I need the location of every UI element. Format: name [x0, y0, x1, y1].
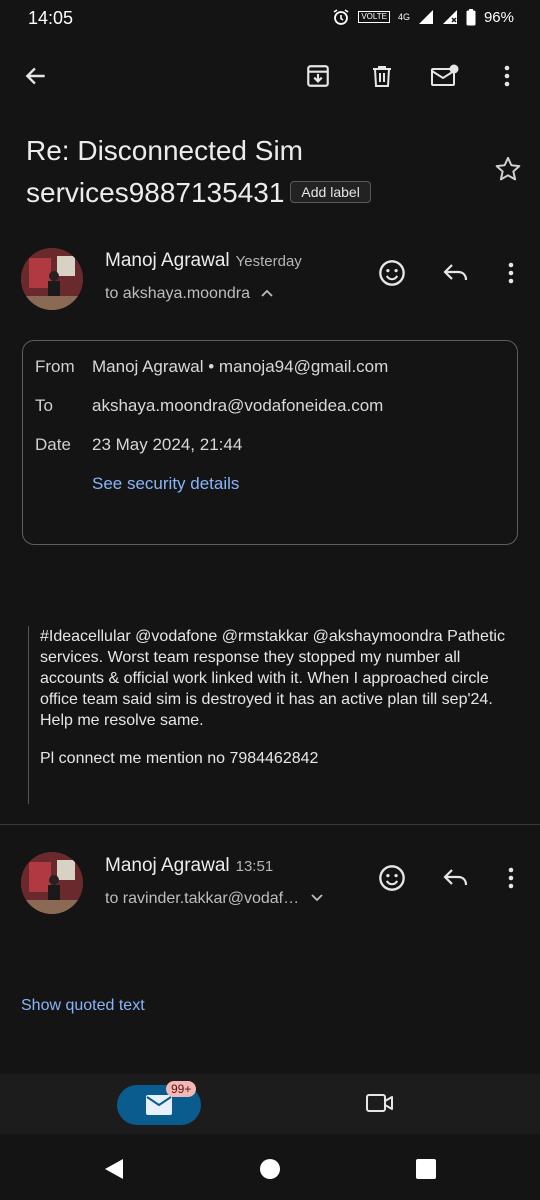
message-more-icon[interactable]: [491, 858, 531, 898]
from-value: Manoj Agrawal • manoja94@gmail.com: [92, 357, 389, 376]
date-row: Date 23 May 2024, 21:44: [35, 435, 242, 455]
back-icon[interactable]: [16, 56, 56, 96]
message-1-header: Manoj Agrawal Yesterday: [105, 250, 302, 272]
to-value: akshaya.moondra@vodafoneidea.com: [92, 396, 384, 415]
video-camera-icon: [366, 1094, 393, 1112]
from-row: From Manoj Agrawal • manoja94@gmail.com: [35, 357, 388, 377]
recents-nav-icon[interactable]: [416, 1159, 436, 1184]
emoji-react-icon[interactable]: [372, 858, 412, 898]
message-divider: [0, 824, 540, 825]
back-nav-icon[interactable]: [103, 1158, 125, 1185]
message-2-header: Manoj Agrawal 13:51: [105, 855, 273, 877]
avatar[interactable]: [21, 248, 83, 310]
sender-name: Manoj Agrawal: [105, 855, 230, 876]
reply-icon[interactable]: [436, 858, 476, 898]
mark-unread-icon[interactable]: [425, 56, 465, 96]
mail-icon: [146, 1095, 172, 1115]
sender-name: Manoj Agrawal: [105, 250, 230, 271]
recipient-toggle[interactable]: to ravinder.takkar@vodaf…: [105, 890, 324, 908]
signal-icon: [418, 10, 433, 24]
body-paragraph: #Ideacellular @vodafone @rmstakkar @aksh…: [40, 628, 505, 729]
battery-icon: [466, 8, 476, 25]
message-more-icon[interactable]: [491, 253, 531, 293]
show-quoted-text-link[interactable]: Show quoted text: [21, 997, 145, 1015]
message-time: 13:51: [235, 858, 274, 875]
archive-icon[interactable]: [298, 56, 338, 96]
emoji-react-icon[interactable]: [372, 253, 412, 293]
meet-tab[interactable]: [365, 1092, 395, 1119]
message-body: #Ideacellular @vodafone @rmstakkar @aksh…: [28, 626, 520, 804]
recipient-text: to akshaya.moondra: [105, 285, 250, 302]
chevron-up-icon: [261, 289, 274, 297]
bottom-navigation: [0, 1074, 540, 1134]
network-type: 4G: [397, 11, 410, 22]
home-nav-icon[interactable]: [259, 1158, 281, 1185]
from-label: From: [35, 357, 75, 376]
message-time: Yesterday: [235, 253, 302, 270]
status-icons: VOLTE 4G 96%: [332, 8, 514, 26]
alarm-icon: [333, 9, 349, 25]
chevron-down-icon: [310, 894, 323, 902]
reply-icon[interactable]: [436, 253, 476, 293]
volte-indicator: VOLTE: [358, 11, 390, 23]
battery-level: 96%: [483, 8, 514, 26]
message-details-panel: From Manoj Agrawal • manoja94@gmail.com T…: [22, 340, 518, 545]
body-paragraph: Pl connect me mention no 7984462842: [40, 750, 319, 767]
star-icon[interactable]: [494, 155, 522, 188]
to-row: To akshaya.moondra@vodafoneidea.com: [35, 396, 383, 416]
signal-2-icon: [442, 10, 457, 24]
subject-text: Re: Disconnected Sim services9887135431: [26, 135, 304, 208]
recipient-toggle[interactable]: to akshaya.moondra: [105, 285, 274, 303]
add-label-button[interactable]: Add label: [290, 180, 371, 203]
unread-count-badge: 99+: [166, 1081, 197, 1097]
email-subject: Re: Disconnected Sim services9887135431 A…: [26, 130, 466, 214]
to-label: To: [35, 396, 53, 415]
avatar[interactable]: [21, 852, 83, 914]
recipient-text: to ravinder.takkar@vodaf…: [105, 890, 300, 907]
delete-icon[interactable]: [362, 56, 402, 96]
date-value: 23 May 2024, 21:44: [92, 435, 243, 454]
date-label: Date: [35, 435, 71, 454]
status-time: 14:05: [28, 8, 74, 28]
see-security-details-link[interactable]: See security details: [92, 474, 239, 494]
more-options-icon[interactable]: [487, 56, 527, 96]
